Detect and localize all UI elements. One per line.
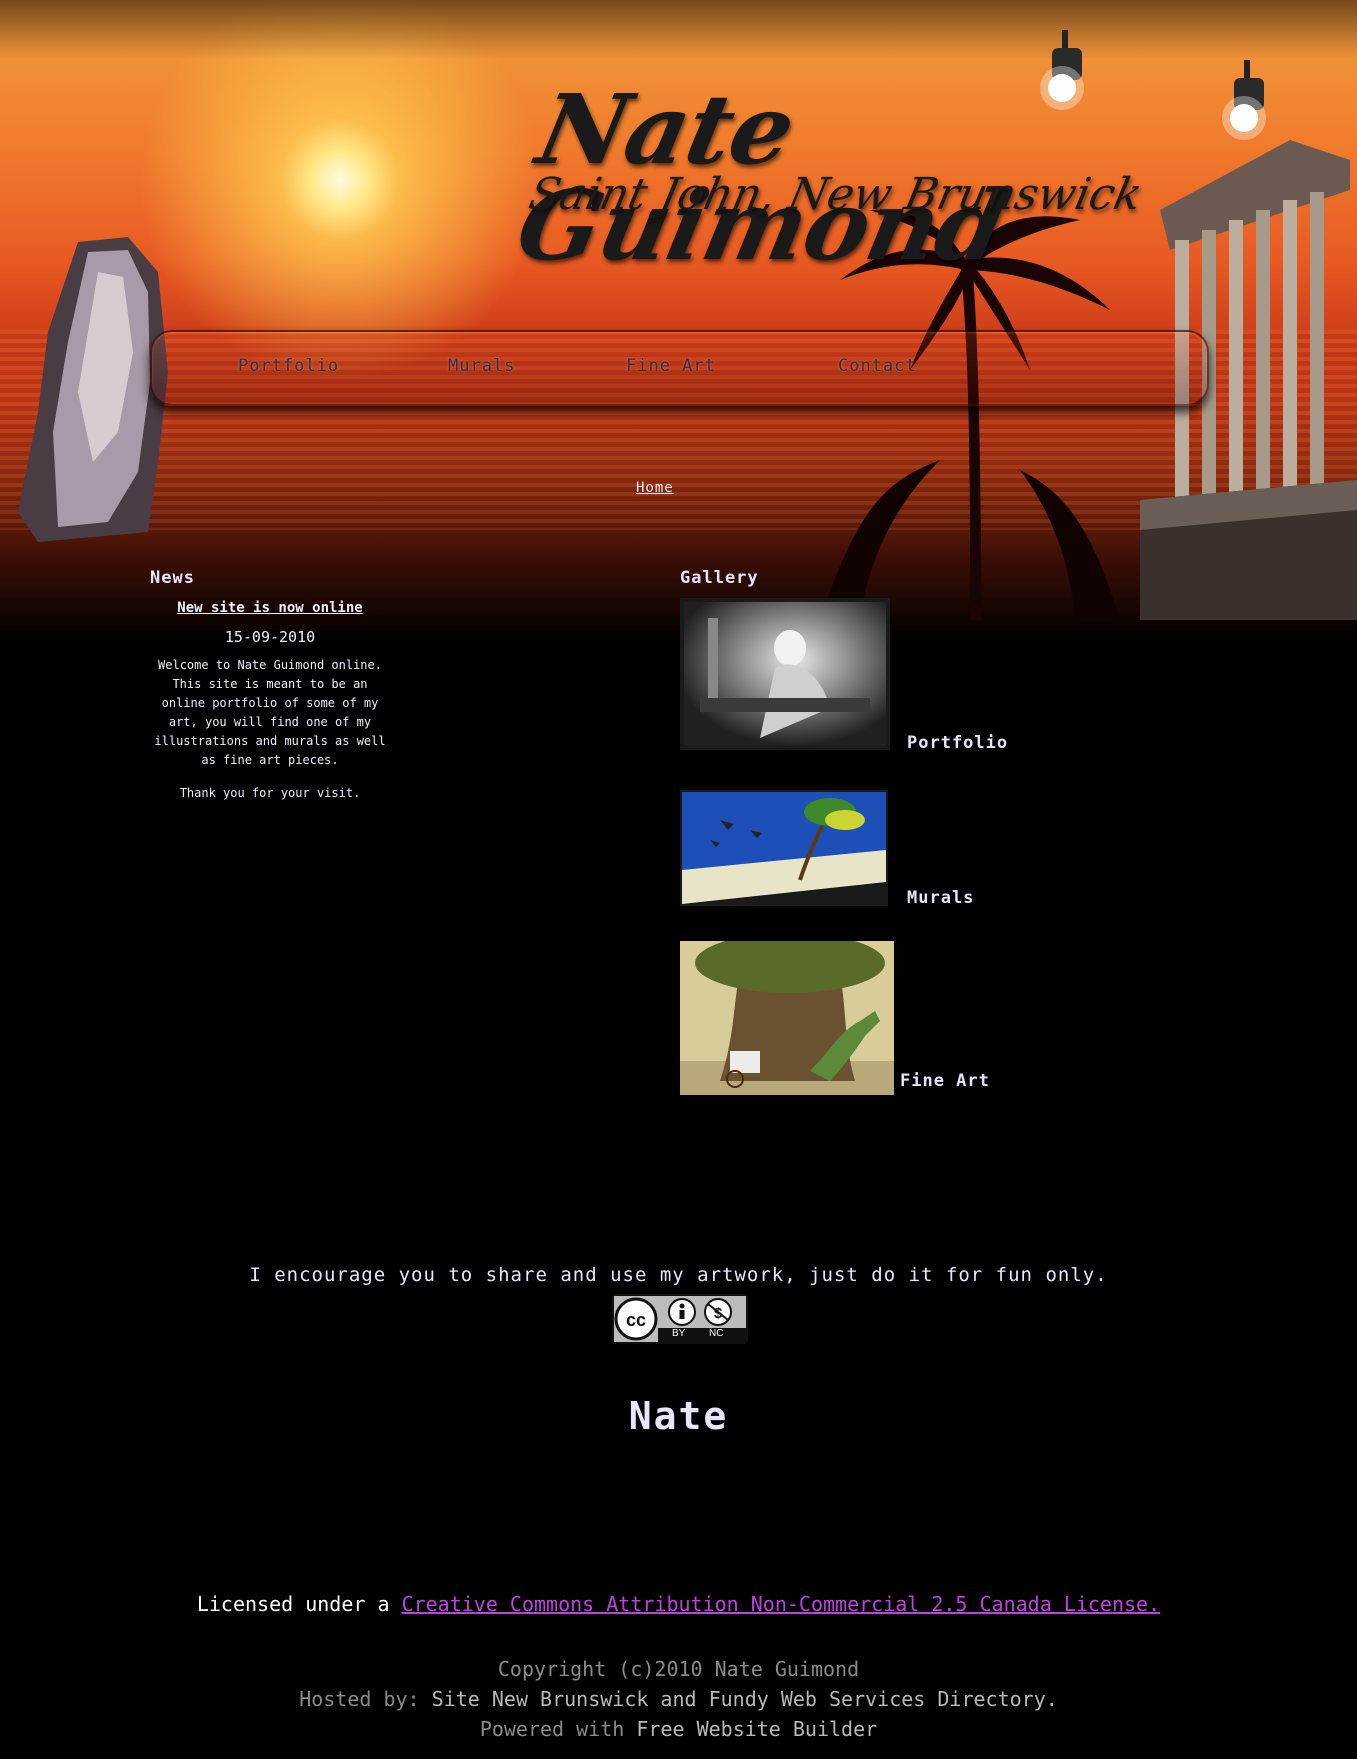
cc-nc-label: NC — [709, 1328, 724, 1339]
site-subtitle: Saint John, New Brunswick — [524, 169, 1147, 220]
news-date: 15-09-2010 — [224, 628, 316, 646]
news-body: Welcome to Nate Guimond online. This sit… — [150, 656, 390, 817]
news-thanks: Thank you for your visit. — [179, 786, 361, 800]
nav-item-portfolio[interactable]: Portfolio — [238, 356, 339, 376]
fine-art-thumbnail[interactable] — [680, 941, 894, 1095]
nav-item-fine-art[interactable]: Fine Art — [626, 356, 716, 376]
gallery-heading: Gallery — [680, 568, 759, 588]
news-heading: News — [150, 568, 195, 588]
spotlight-icon — [1222, 60, 1266, 140]
gallery-label-murals[interactable]: Murals — [907, 888, 974, 908]
main-nav: Portfolio Murals Fine Art Contact — [150, 330, 1209, 406]
hosted-prefix: Hosted by: — [299, 1687, 420, 1711]
nav-item-contact[interactable]: Contact — [838, 356, 917, 376]
banner-shade — [0, 0, 1357, 60]
portfolio-thumbnail[interactable] — [680, 598, 890, 750]
license-line: Licensed under a Creative Commons Attrib… — [0, 1592, 1357, 1616]
powered-line: Powered with Free Website Builder — [0, 1714, 1357, 1744]
hosted-link[interactable]: Site New Brunswick and Fundy Web Service… — [432, 1687, 1058, 1711]
powered-prefix: Powered with — [479, 1717, 625, 1741]
gallery-label-portfolio[interactable]: Portfolio — [907, 733, 1008, 753]
header-banner: Nate Guimond Saint John, New Brunswick — [0, 0, 1357, 640]
creative-commons-badge[interactable]: cc $ BY NC — [612, 1294, 748, 1344]
news-text: Welcome to Nate Guimond online. This sit… — [154, 658, 386, 767]
murals-thumbnail[interactable] — [680, 790, 888, 906]
artist-signature: Nate — [628, 1394, 729, 1438]
standing-stone-image — [18, 237, 168, 542]
powered-link[interactable]: Free Website Builder — [636, 1717, 877, 1741]
copyright-text: Copyright (c)2010 Nate Guimond — [497, 1657, 860, 1681]
breadcrumb[interactable]: Home — [636, 480, 674, 496]
svg-text:cc: cc — [626, 1310, 646, 1330]
footer-credits: Copyright (c)2010 Nate Guimond Hosted by… — [0, 1654, 1357, 1744]
license-link[interactable]: Creative Commons Attribution Non-Commerc… — [402, 1592, 1161, 1616]
hosted-line: Hosted by: Site New Brunswick and Fundy … — [0, 1684, 1357, 1714]
news-item-title[interactable]: New site is now online — [150, 600, 390, 616]
nav-item-murals[interactable]: Murals — [448, 356, 515, 376]
cc-by-label: BY — [672, 1328, 686, 1339]
gallery-label-fine-art[interactable]: Fine Art — [900, 1071, 990, 1091]
license-lead: Licensed under a — [196, 1592, 390, 1616]
remix-notice: I encourage you to share and use my artw… — [249, 1264, 1108, 1286]
